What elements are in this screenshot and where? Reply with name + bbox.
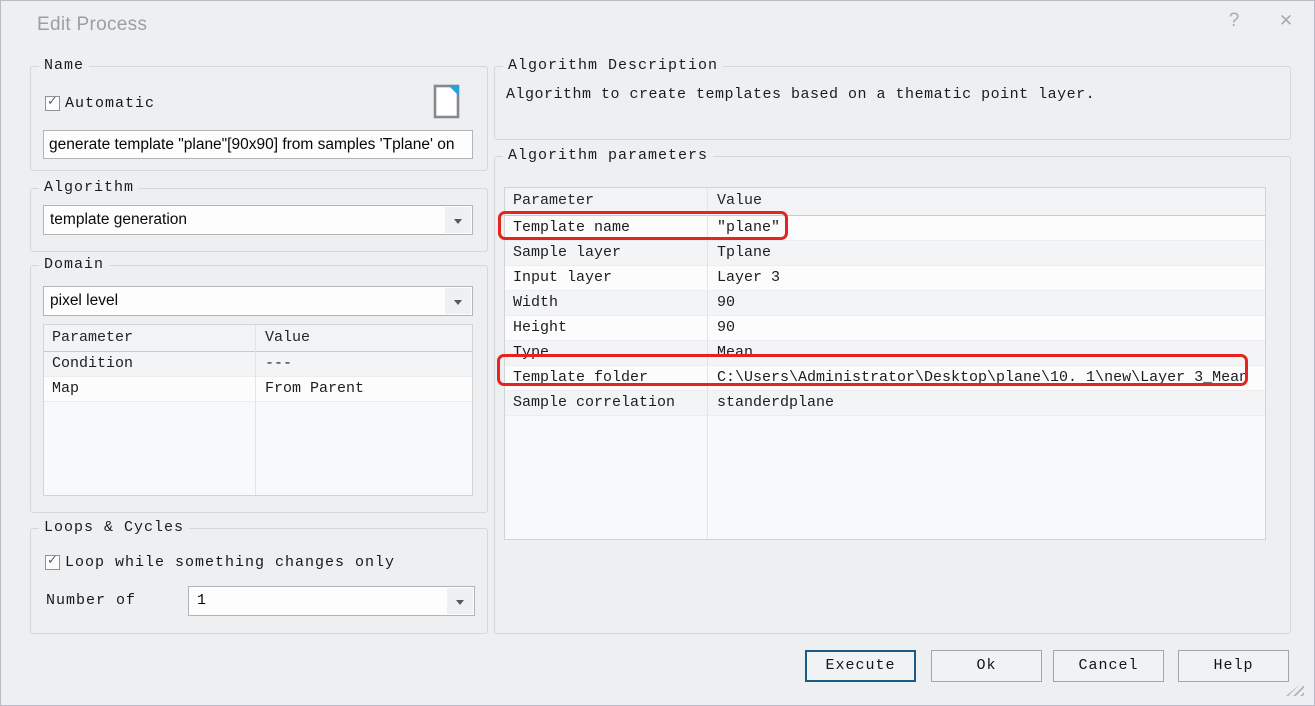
value-cell: Layer 3 (707, 266, 1265, 290)
loop-while-changes-checkbox[interactable]: ✓ (45, 555, 60, 570)
param-cell: Map (44, 377, 255, 401)
algorithm-description-group: Algorithm Description Algorithm to creat… (494, 66, 1291, 140)
param-cell: Sample correlation (505, 391, 707, 415)
name-group-label: Name (39, 58, 89, 74)
cancel-button[interactable]: Cancel (1053, 650, 1164, 682)
execute-button[interactable]: Execute (805, 650, 916, 682)
number-of-select[interactable]: 1 (188, 586, 475, 616)
value-cell: Tplane (707, 241, 1265, 265)
algorithm-selected-value: template generation (50, 206, 187, 234)
ok-button[interactable]: Ok (931, 650, 1042, 682)
value-cell: From Parent (255, 377, 472, 401)
param-cell: Template name (505, 216, 707, 240)
table-row[interactable]: Sample correlationstanderdplane (505, 391, 1265, 416)
name-group: Name ✓ Automatic generate template "plan… (30, 66, 488, 171)
table-header-row: Parameter Value (44, 325, 472, 352)
checkmark-icon: ✓ (47, 94, 58, 109)
param-cell: Template folder (505, 366, 707, 390)
chevron-down-icon (454, 219, 462, 224)
algorithm-parameters-label: Algorithm parameters (503, 148, 713, 164)
value-cell: 90 (707, 316, 1265, 340)
table-row[interactable]: Height90 (505, 316, 1265, 341)
algorithm-description-label: Algorithm Description (503, 58, 723, 74)
column-header-value[interactable]: Value (255, 325, 472, 351)
algorithm-parameters-table: Parameter Value Template name″plane″Samp… (504, 187, 1266, 540)
chevron-down-icon (454, 300, 462, 305)
algorithm-group-label: Algorithm (39, 180, 139, 196)
algorithm-description-text: Algorithm to create templates based on a… (506, 83, 1278, 107)
document-icon (433, 84, 461, 119)
column-header-value[interactable]: Value (707, 188, 1265, 215)
value-cell: Mean (707, 341, 1265, 365)
algorithm-select[interactable]: template generation (43, 205, 473, 235)
param-cell: Input layer (505, 266, 707, 290)
process-name-input[interactable]: generate template "plane"[90x90] from sa… (43, 130, 473, 159)
loop-while-changes-label: Loop while something changes only (65, 554, 395, 571)
domain-parameter-table: Parameter Value Condition---MapFrom Pare… (43, 324, 473, 496)
process-name-value: generate template "plane"[90x90] from sa… (49, 136, 455, 153)
domain-group-label: Domain (39, 257, 109, 273)
value-cell: ″plane″ (707, 216, 1265, 240)
table-row[interactable]: MapFrom Parent (44, 377, 472, 402)
domain-group: Domain pixel level Parameter Value Condi… (30, 265, 488, 513)
column-header-parameter[interactable]: Parameter (505, 188, 707, 215)
domain-select[interactable]: pixel level (43, 286, 473, 316)
automatic-checkbox[interactable]: ✓ (45, 96, 60, 111)
help-button[interactable]: Help (1178, 650, 1289, 682)
param-cell: Type (505, 341, 707, 365)
table-row[interactable]: Template folderC:\Users\Administrator\De… (505, 366, 1265, 391)
algorithm-group: Algorithm template generation (30, 188, 488, 252)
domain-selected-value: pixel level (50, 287, 118, 315)
table-row[interactable]: Input layerLayer 3 (505, 266, 1265, 291)
param-cell: Condition (44, 352, 255, 376)
param-cell: Height (505, 316, 707, 340)
number-of-label: Number of (46, 592, 136, 609)
table-row[interactable]: Width90 (505, 291, 1265, 316)
table-header-row: Parameter Value (505, 188, 1265, 216)
value-cell: C:\Users\Administrator\Desktop\plane\10.… (707, 366, 1265, 390)
close-icon[interactable]: ✕ (1273, 8, 1299, 34)
number-of-value: 1 (195, 587, 206, 615)
table-row[interactable]: Sample layerTplane (505, 241, 1265, 266)
param-cell: Width (505, 291, 707, 315)
param-cell: Sample layer (505, 241, 707, 265)
loops-cycles-group: Loops & Cycles ✓ Loop while something ch… (30, 528, 488, 634)
value-cell: 90 (707, 291, 1265, 315)
table-row[interactable]: TypeMean (505, 341, 1265, 366)
chevron-down-icon (456, 600, 464, 605)
page-title: Edit Process (37, 14, 147, 36)
value-cell: standerdplane (707, 391, 1265, 415)
checkmark-icon: ✓ (47, 553, 58, 568)
table-row[interactable]: Template name″plane″ (505, 216, 1265, 241)
help-icon[interactable]: ? (1221, 8, 1247, 34)
algorithm-parameters-group: Algorithm parameters Parameter Value Tem… (494, 156, 1291, 634)
loops-group-label: Loops & Cycles (39, 520, 189, 536)
edit-process-dialog: Edit Process ? ✕ Name ✓ Automatic genera… (0, 0, 1315, 706)
column-header-parameter[interactable]: Parameter (44, 325, 255, 351)
resize-grip[interactable] (1286, 681, 1304, 696)
value-cell: --- (255, 352, 472, 376)
table-row[interactable]: Condition--- (44, 352, 472, 377)
automatic-label: Automatic (65, 95, 155, 112)
